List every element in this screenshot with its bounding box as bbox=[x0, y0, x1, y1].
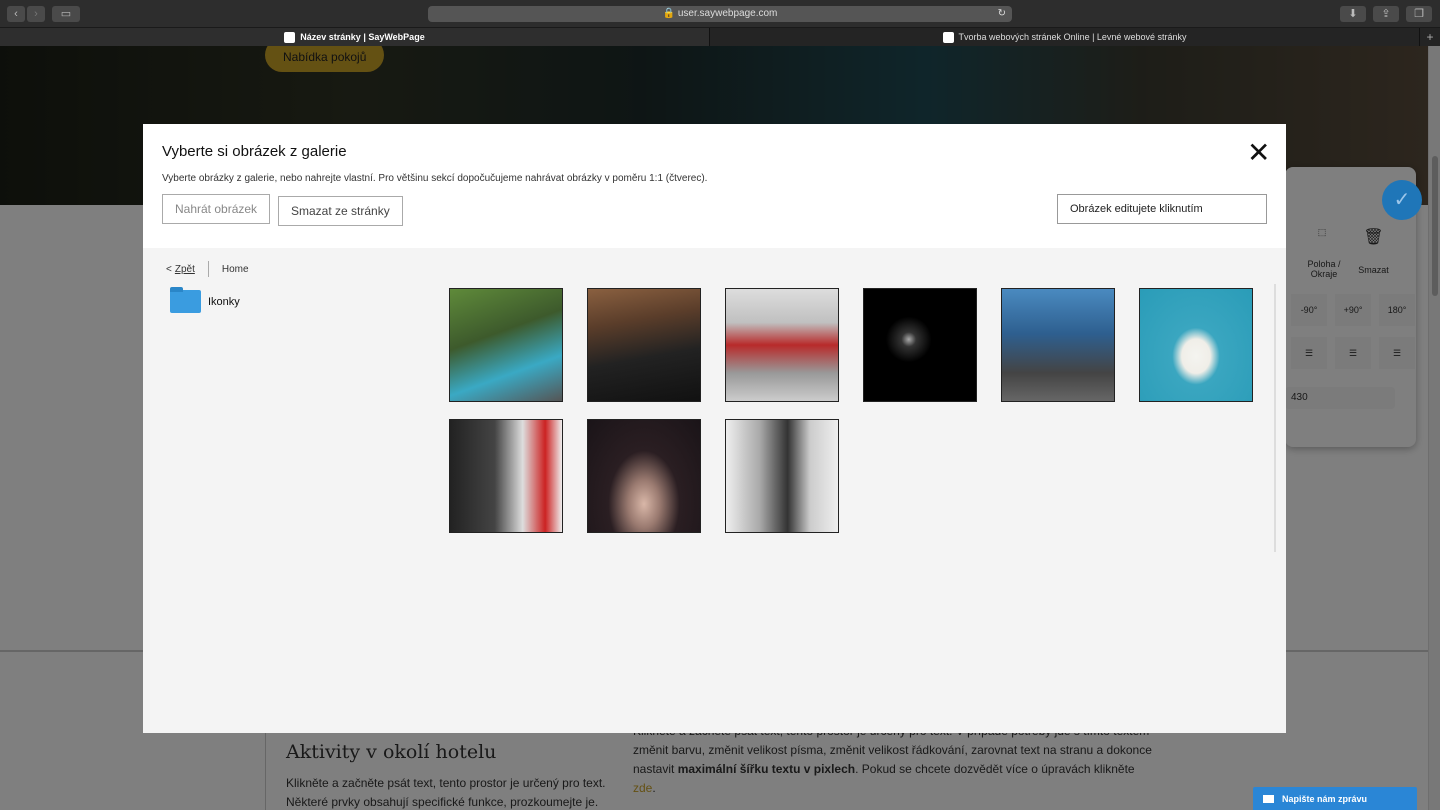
remove-button[interactable]: Smazat ze stránky bbox=[278, 196, 403, 226]
modal-subtitle: Vyberte obrázky z galerie, nebo nahrejte… bbox=[162, 173, 708, 184]
gallery-scrollbar[interactable] bbox=[1274, 284, 1276, 552]
url-text: user.saywebpage.com bbox=[677, 8, 778, 19]
favicon-icon bbox=[284, 31, 296, 43]
tab-label: Tvorba webových stránek Online | Levné w… bbox=[958, 32, 1187, 42]
gallery-image-woman-hat[interactable] bbox=[587, 419, 701, 533]
gallery-image-tire-change[interactable] bbox=[449, 419, 563, 533]
chat-label: Napište nám zprávu bbox=[1282, 793, 1368, 804]
modal-header: Vyberte si obrázek z galerie Vyberte obr… bbox=[143, 124, 1286, 248]
favicon-icon bbox=[942, 31, 954, 43]
tabs-icon[interactable]: ❐ bbox=[1406, 6, 1432, 22]
browser-toolbar: ‹ › ▭ 🔒 user.saywebpage.com ↻ ⬇ ⇪ ❐ bbox=[0, 0, 1440, 28]
folder-icon bbox=[170, 287, 201, 313]
tab-label: Název stránky | SayWebPage bbox=[300, 32, 425, 42]
close-icon[interactable]: ✕ bbox=[1247, 139, 1270, 167]
folder-item[interactable]: Ikonky bbox=[170, 287, 240, 313]
gallery-image-pool-villa[interactable] bbox=[449, 288, 563, 402]
gallery-image-birthday-cake[interactable] bbox=[1139, 288, 1253, 402]
forward-button[interactable]: › bbox=[27, 6, 45, 22]
breadcrumb: < Zpět Home bbox=[166, 261, 249, 277]
gallery-image-car-workshop[interactable] bbox=[725, 288, 839, 402]
edit-hint-box: Obrázek editujete kliknutím bbox=[1057, 194, 1267, 224]
download-icon[interactable]: ⬇ bbox=[1340, 6, 1366, 22]
breadcrumb-home[interactable]: Home bbox=[222, 264, 249, 275]
gallery-modal: Vyberte si obrázek z galerie Vyberte obr… bbox=[143, 124, 1286, 733]
gallery-image-dark-light[interactable] bbox=[863, 288, 977, 402]
new-tab-button[interactable]: + bbox=[1420, 28, 1440, 46]
reload-icon[interactable]: ↻ bbox=[998, 6, 1006, 22]
sidebar-icon[interactable]: ▭ bbox=[52, 6, 80, 22]
tab-1[interactable]: Název stránky | SayWebPage bbox=[0, 28, 710, 46]
back-link[interactable]: Zpět bbox=[175, 264, 195, 275]
folder-label: Ikonky bbox=[208, 295, 240, 308]
chat-button[interactable]: Napište nám zprávu bbox=[1253, 787, 1417, 810]
back-button[interactable]: ‹ bbox=[7, 6, 25, 22]
gallery-image-hair-salon[interactable] bbox=[725, 419, 839, 533]
confirm-check-icon[interactable]: ✓ bbox=[1382, 180, 1422, 220]
gallery-image-mechanic-engine[interactable] bbox=[1001, 288, 1115, 402]
tab-bar: Název stránky | SayWebPage Tvorba webový… bbox=[0, 28, 1440, 46]
address-bar[interactable]: 🔒 user.saywebpage.com ↻ bbox=[428, 6, 1012, 22]
upload-button[interactable]: Nahrát obrázek bbox=[162, 194, 271, 224]
modal-title: Vyberte si obrázek z galerie bbox=[162, 143, 347, 160]
mail-icon bbox=[1263, 794, 1274, 803]
lock-icon: 🔒 bbox=[662, 8, 676, 19]
tab-2[interactable]: Tvorba webových stránek Online | Levné w… bbox=[710, 28, 1420, 46]
share-icon[interactable]: ⇪ bbox=[1373, 6, 1399, 22]
gallery-image-wine-corks[interactable] bbox=[587, 288, 701, 402]
